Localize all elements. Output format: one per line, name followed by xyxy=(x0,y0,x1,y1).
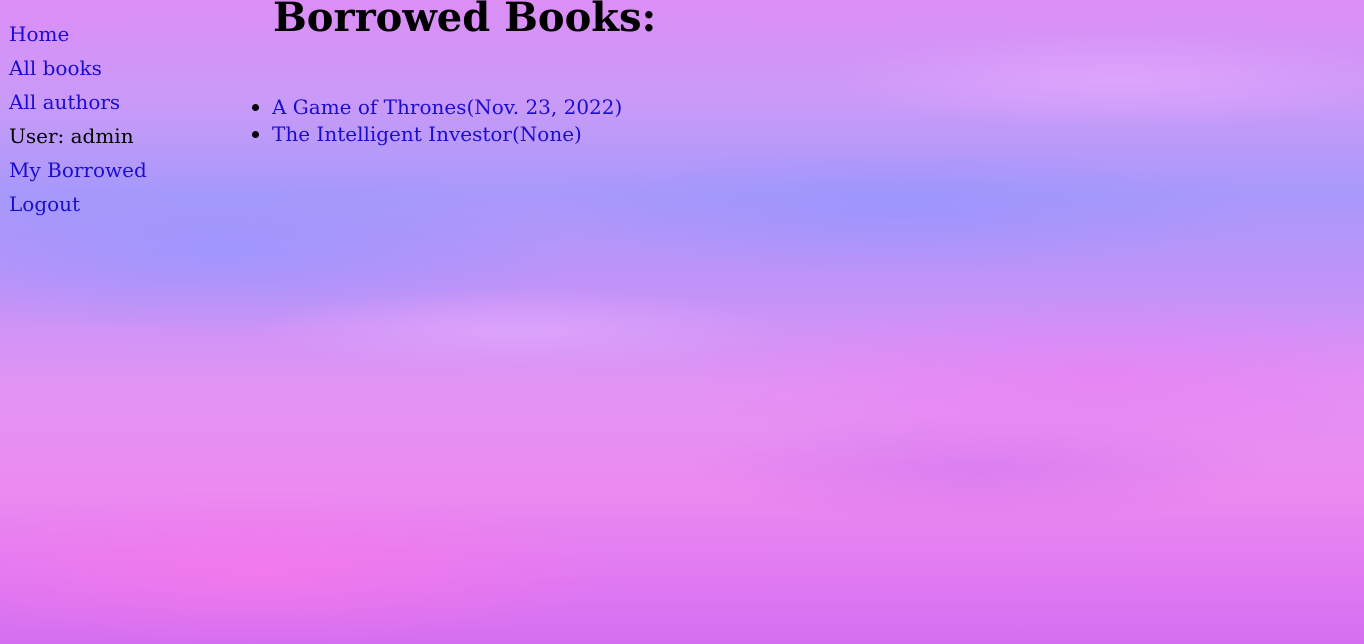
borrowed-books-list: A Game of Thrones(Nov. 23, 2022) The Int… xyxy=(252,94,622,148)
book-link[interactable]: A Game of Thrones(Nov. 23, 2022) xyxy=(272,95,622,119)
nav-all-authors-link[interactable]: All authors xyxy=(9,85,229,119)
book-link[interactable]: The Intelligent Investor(None) xyxy=(272,122,582,146)
page-title: Borrowed Books: xyxy=(273,0,657,41)
list-item: A Game of Thrones(Nov. 23, 2022) xyxy=(252,94,622,121)
nav-my-borrowed-link[interactable]: My Borrowed xyxy=(9,153,229,187)
sidebar-nav: Home All books All authors User: admin M… xyxy=(9,17,229,221)
current-user-label: User: admin xyxy=(9,124,134,148)
nav-home-link[interactable]: Home xyxy=(9,17,229,51)
bullet-icon xyxy=(252,104,259,111)
nav-all-books-link[interactable]: All books xyxy=(9,51,229,85)
nav-logout-link[interactable]: Logout xyxy=(9,187,229,221)
bullet-icon xyxy=(252,131,259,138)
list-item: The Intelligent Investor(None) xyxy=(252,121,622,148)
